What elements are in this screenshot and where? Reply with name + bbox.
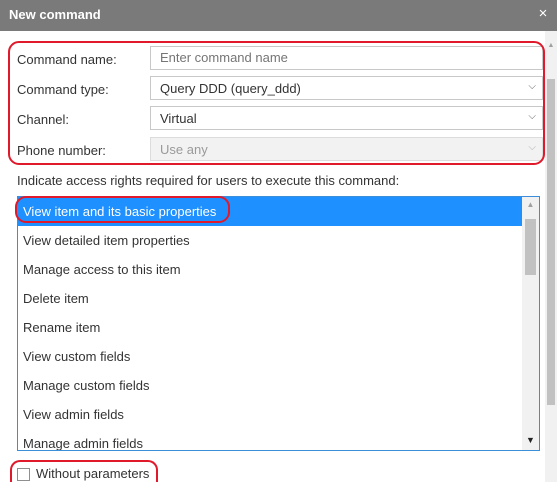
- list-item-label: Rename item: [23, 320, 101, 335]
- dialog-scrollbar[interactable]: ▲: [545, 31, 557, 482]
- list-item[interactable]: Manage admin fields: [18, 429, 523, 451]
- channel-value: Virtual: [160, 111, 197, 126]
- dialog-scroll-thumb[interactable]: [547, 79, 555, 405]
- list-scrollbar[interactable]: ▲ ▼: [522, 197, 539, 450]
- list-item[interactable]: View item and its basic properties: [18, 197, 523, 226]
- command-type-value: Query DDD (query_ddd): [160, 81, 301, 96]
- chevron-down-icon: ⌵: [528, 142, 536, 153]
- command-name-input[interactable]: [160, 50, 530, 65]
- dialog-titlebar: New command ×: [0, 0, 557, 31]
- list-item-label: View admin fields: [23, 407, 124, 422]
- command-name-label: Command name:: [17, 52, 117, 67]
- chevron-down-icon: ⌵: [528, 111, 536, 122]
- command-type-select[interactable]: Query DDD (query_ddd) ⌵: [150, 76, 543, 100]
- list-item[interactable]: Manage custom fields: [18, 371, 523, 400]
- command-type-label: Command type:: [17, 82, 109, 97]
- list-item-label: Delete item: [23, 291, 89, 306]
- phone-number-select: Use any ⌵: [150, 137, 543, 161]
- list-item[interactable]: View detailed item properties: [18, 226, 523, 255]
- access-rights-list[interactable]: View item and its basic properties View …: [17, 196, 540, 451]
- scroll-down-arrow-icon[interactable]: ▼: [522, 435, 539, 447]
- access-rights-hint: Indicate access rights required for user…: [17, 173, 400, 188]
- without-parameters-label: Without parameters: [36, 466, 150, 481]
- list-item-label: View item and its basic properties: [23, 204, 217, 219]
- list-scroll-thumb[interactable]: [525, 219, 536, 275]
- without-parameters-checkbox[interactable]: [17, 468, 30, 481]
- list-item-label: View custom fields: [23, 349, 131, 364]
- list-item-label: Manage admin fields: [23, 436, 143, 451]
- list-item[interactable]: Delete item: [18, 284, 523, 313]
- list-item-label: Manage access to this item: [23, 262, 181, 277]
- list-item[interactable]: Manage access to this item: [18, 255, 523, 284]
- scroll-up-arrow-icon[interactable]: ▲: [545, 41, 557, 51]
- list-item[interactable]: View custom fields: [18, 342, 523, 371]
- chevron-down-icon: ⌵: [528, 81, 536, 92]
- phone-number-label: Phone number:: [17, 143, 106, 158]
- list-item[interactable]: Rename item: [18, 313, 523, 342]
- phone-number-value: Use any: [160, 142, 208, 157]
- scroll-up-arrow-icon[interactable]: ▲: [522, 200, 539, 212]
- dialog-title: New command: [9, 7, 101, 22]
- command-name-field[interactable]: [150, 46, 543, 70]
- new-command-dialog: New command × ▲ Command name: Command ty…: [0, 0, 557, 482]
- channel-label: Channel:: [17, 112, 70, 127]
- list-item-label: Manage custom fields: [23, 378, 150, 393]
- list-item-label: View detailed item properties: [23, 233, 190, 248]
- close-icon[interactable]: ×: [536, 6, 550, 22]
- channel-select[interactable]: Virtual ⌵: [150, 106, 543, 130]
- list-item[interactable]: View admin fields: [18, 400, 523, 429]
